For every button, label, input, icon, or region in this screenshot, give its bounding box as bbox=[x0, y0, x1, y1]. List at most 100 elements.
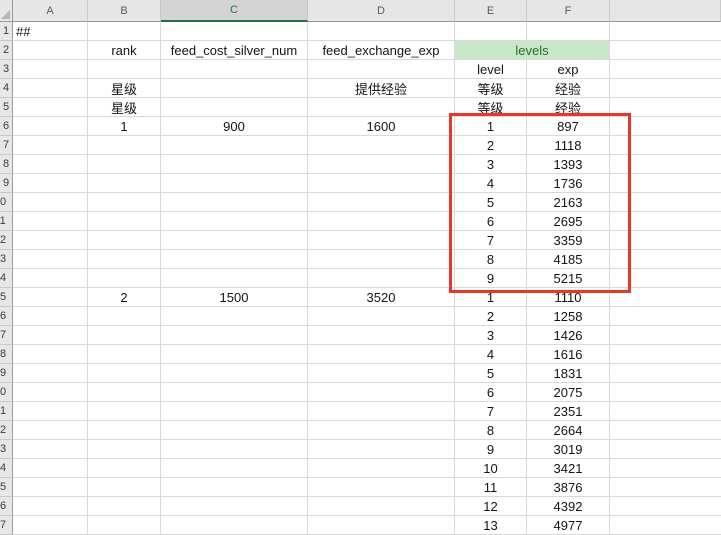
cell-D12[interactable] bbox=[308, 231, 455, 250]
cell-D24[interactable] bbox=[308, 459, 455, 478]
cell-E18[interactable]: 4 bbox=[455, 345, 527, 364]
cell-D5[interactable] bbox=[308, 98, 455, 117]
cell-C8[interactable] bbox=[161, 155, 308, 174]
cell-D7[interactable] bbox=[308, 136, 455, 155]
cell-B7[interactable] bbox=[88, 136, 161, 155]
cell-blank-20[interactable] bbox=[610, 383, 721, 402]
cell-F26[interactable]: 4392 bbox=[527, 497, 610, 516]
cell-C16[interactable] bbox=[161, 307, 308, 326]
cell-B14[interactable] bbox=[88, 269, 161, 288]
cell-C21[interactable] bbox=[161, 402, 308, 421]
row-header-14[interactable]: 14 bbox=[0, 269, 13, 288]
cell-D26[interactable] bbox=[308, 497, 455, 516]
row-header-5[interactable]: 5 bbox=[0, 98, 13, 117]
cell-blank-4[interactable] bbox=[610, 79, 721, 98]
cell-D3[interactable] bbox=[308, 60, 455, 79]
cell-A21[interactable] bbox=[13, 402, 88, 421]
cell-B4[interactable]: 星级 bbox=[88, 79, 161, 98]
cell-F21[interactable]: 2351 bbox=[527, 402, 610, 421]
cell-D11[interactable] bbox=[308, 212, 455, 231]
cell-D22[interactable] bbox=[308, 421, 455, 440]
cell-A16[interactable] bbox=[13, 307, 88, 326]
cell-A10[interactable] bbox=[13, 193, 88, 212]
cell-B17[interactable] bbox=[88, 326, 161, 345]
cell-F25[interactable]: 3876 bbox=[527, 478, 610, 497]
column-header-C[interactable]: C bbox=[161, 0, 308, 22]
cell-A4[interactable] bbox=[13, 79, 88, 98]
cell-A11[interactable] bbox=[13, 212, 88, 231]
cell-D18[interactable] bbox=[308, 345, 455, 364]
cell-B23[interactable] bbox=[88, 440, 161, 459]
cell-F22[interactable]: 2664 bbox=[527, 421, 610, 440]
cell-D8[interactable] bbox=[308, 155, 455, 174]
cell-blank-16[interactable] bbox=[610, 307, 721, 326]
cell-F4[interactable]: 经验 bbox=[527, 79, 610, 98]
cell-A15[interactable] bbox=[13, 288, 88, 307]
cell-A26[interactable] bbox=[13, 497, 88, 516]
row-header-1[interactable]: 1 bbox=[0, 22, 13, 41]
cell-B24[interactable] bbox=[88, 459, 161, 478]
cell-blank-24[interactable] bbox=[610, 459, 721, 478]
cell-D13[interactable] bbox=[308, 250, 455, 269]
cell-C23[interactable] bbox=[161, 440, 308, 459]
cell-E21[interactable]: 7 bbox=[455, 402, 527, 421]
cell-D1[interactable] bbox=[308, 22, 455, 41]
cell-D9[interactable] bbox=[308, 174, 455, 193]
cell-C1[interactable] bbox=[161, 22, 308, 41]
cell-E26[interactable]: 12 bbox=[455, 497, 527, 516]
cell-B6[interactable]: 1 bbox=[88, 117, 161, 136]
cell-C4[interactable] bbox=[161, 79, 308, 98]
cell-E3[interactable]: level bbox=[455, 60, 527, 79]
cell-E19[interactable]: 5 bbox=[455, 364, 527, 383]
cell-C20[interactable] bbox=[161, 383, 308, 402]
cell-C24[interactable] bbox=[161, 459, 308, 478]
row-header-13[interactable]: 13 bbox=[0, 250, 13, 269]
cell-D4[interactable]: 提供经验 bbox=[308, 79, 455, 98]
cell-F17[interactable]: 1426 bbox=[527, 326, 610, 345]
cell-D14[interactable] bbox=[308, 269, 455, 288]
cell-E17[interactable]: 3 bbox=[455, 326, 527, 345]
cell-blank-18[interactable] bbox=[610, 345, 721, 364]
cell-F16[interactable]: 1258 bbox=[527, 307, 610, 326]
cell-F23[interactable]: 3019 bbox=[527, 440, 610, 459]
cell-E20[interactable]: 6 bbox=[455, 383, 527, 402]
cell-A18[interactable] bbox=[13, 345, 88, 364]
cell-A12[interactable] bbox=[13, 231, 88, 250]
cell-B22[interactable] bbox=[88, 421, 161, 440]
cell-D20[interactable] bbox=[308, 383, 455, 402]
cell-B2[interactable]: rank bbox=[88, 41, 161, 60]
cell-blank-26[interactable] bbox=[610, 497, 721, 516]
cell-D17[interactable] bbox=[308, 326, 455, 345]
cell-D2[interactable]: feed_exchange_exp bbox=[308, 41, 455, 60]
cell-A13[interactable] bbox=[13, 250, 88, 269]
cell-A27[interactable] bbox=[13, 516, 88, 535]
cell-blank-1[interactable] bbox=[610, 22, 721, 41]
row-header-24[interactable]: 24 bbox=[0, 459, 13, 478]
cell-C9[interactable] bbox=[161, 174, 308, 193]
row-header-2[interactable]: 2 bbox=[0, 41, 13, 60]
row-header-6[interactable]: 6 bbox=[0, 117, 13, 136]
cell-A8[interactable] bbox=[13, 155, 88, 174]
row-header-8[interactable]: 8 bbox=[0, 155, 13, 174]
cell-blank-23[interactable] bbox=[610, 440, 721, 459]
cell-B3[interactable] bbox=[88, 60, 161, 79]
row-header-4[interactable]: 4 bbox=[0, 79, 13, 98]
cell-D25[interactable] bbox=[308, 478, 455, 497]
cell-B21[interactable] bbox=[88, 402, 161, 421]
cell-B5[interactable]: 星级 bbox=[88, 98, 161, 117]
merged-cell-levels[interactable]: levels bbox=[455, 41, 610, 60]
cell-B26[interactable] bbox=[88, 497, 161, 516]
cell-blank-3[interactable] bbox=[610, 60, 721, 79]
row-header-16[interactable]: 16 bbox=[0, 307, 13, 326]
row-header-15[interactable]: 15 bbox=[0, 288, 13, 307]
select-all-corner[interactable] bbox=[0, 0, 13, 22]
cell-B20[interactable] bbox=[88, 383, 161, 402]
cell-blank-22[interactable] bbox=[610, 421, 721, 440]
cell-E4[interactable]: 等级 bbox=[455, 79, 527, 98]
cell-D19[interactable] bbox=[308, 364, 455, 383]
row-header-10[interactable]: 10 bbox=[0, 193, 13, 212]
cell-C27[interactable] bbox=[161, 516, 308, 535]
cell-B15[interactable]: 2 bbox=[88, 288, 161, 307]
cell-B16[interactable] bbox=[88, 307, 161, 326]
row-header-25[interactable]: 25 bbox=[0, 478, 13, 497]
